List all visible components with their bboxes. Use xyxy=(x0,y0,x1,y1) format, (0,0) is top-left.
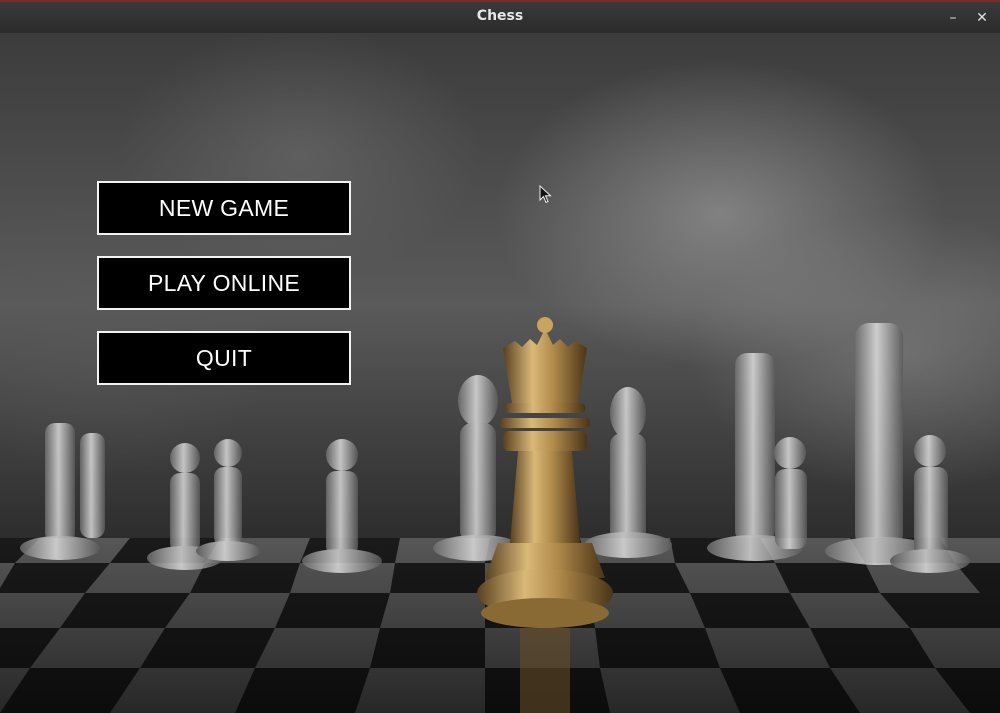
background-image: NEW GAME PLAY ONLINE QUIT xyxy=(0,33,1000,713)
minimize-button[interactable]: – xyxy=(943,8,963,28)
quit-button[interactable]: QUIT xyxy=(97,331,351,385)
title-bar[interactable]: Chess – ✕ xyxy=(0,0,1000,33)
app-window: Chess – ✕ NEW GAME PLAY ONLINE QUIT xyxy=(0,0,1000,713)
main-menu: NEW GAME PLAY ONLINE QUIT xyxy=(97,181,351,406)
play-online-button[interactable]: PLAY ONLINE xyxy=(97,256,351,310)
close-button[interactable]: ✕ xyxy=(972,8,992,28)
window-title: Chess xyxy=(476,8,524,24)
new-game-button[interactable]: NEW GAME xyxy=(97,181,351,235)
